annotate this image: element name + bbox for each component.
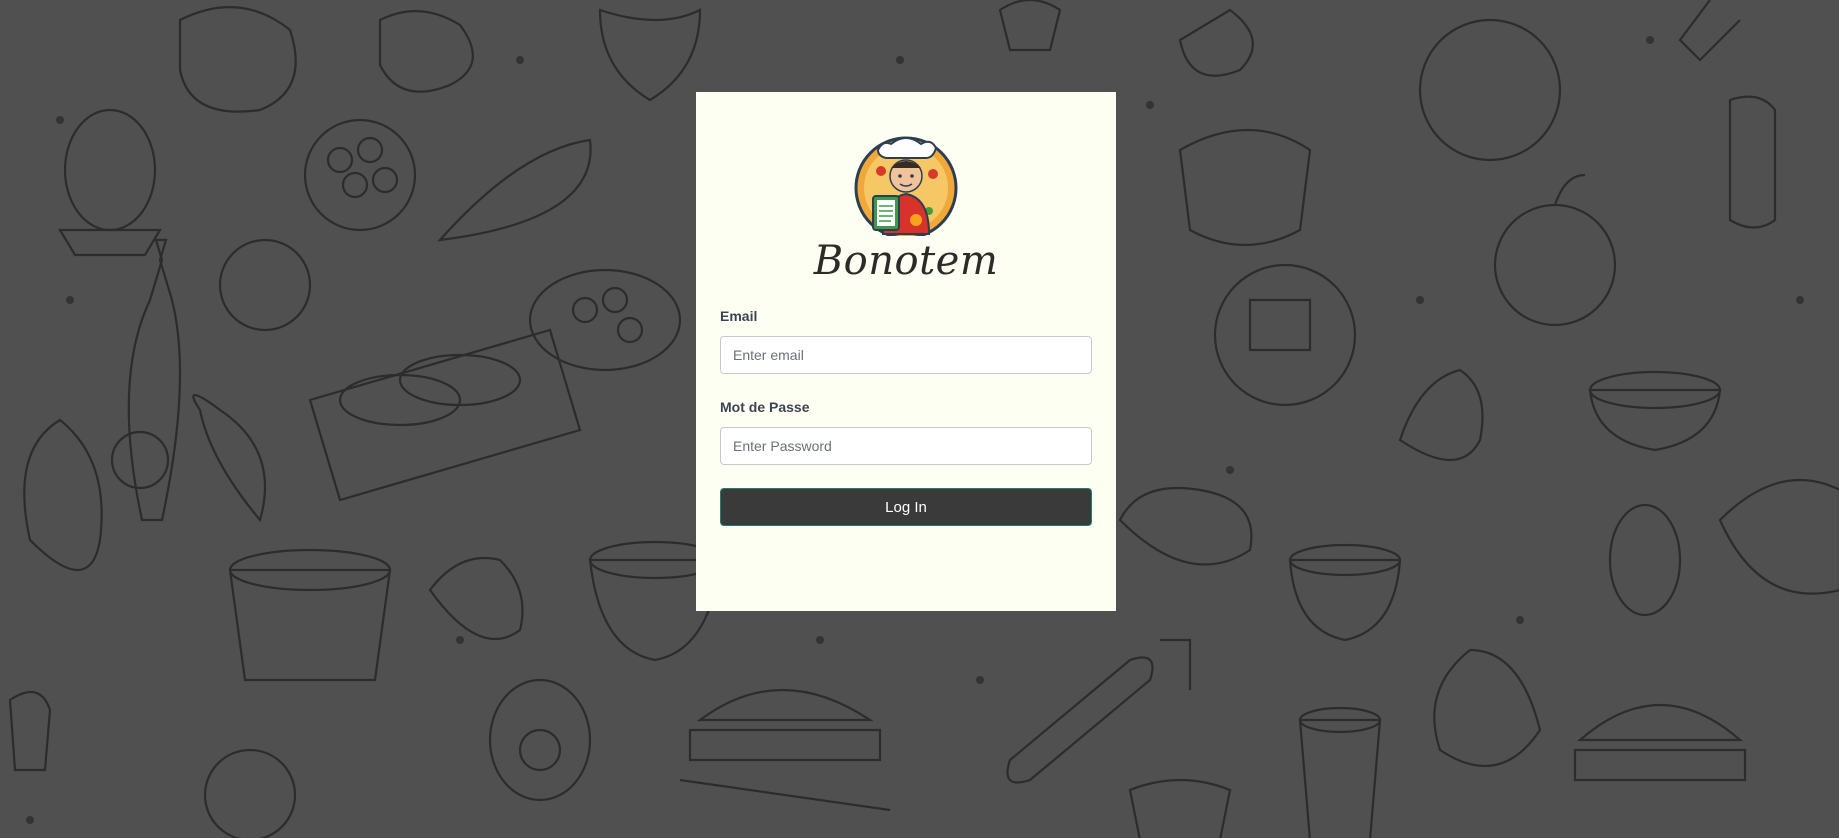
password-field[interactable]	[720, 427, 1092, 465]
brand-logo: Bonotem	[811, 126, 1001, 286]
login-card: Bonotem Email Mot de Passe Log In	[696, 92, 1116, 611]
brand-name: Bonotem	[813, 238, 999, 284]
password-label: Mot de Passe	[720, 399, 810, 415]
chef-mascot-icon	[854, 136, 958, 240]
email-label: Email	[720, 308, 758, 324]
email-field[interactable]	[720, 336, 1092, 374]
login-button[interactable]: Log In	[720, 488, 1092, 526]
